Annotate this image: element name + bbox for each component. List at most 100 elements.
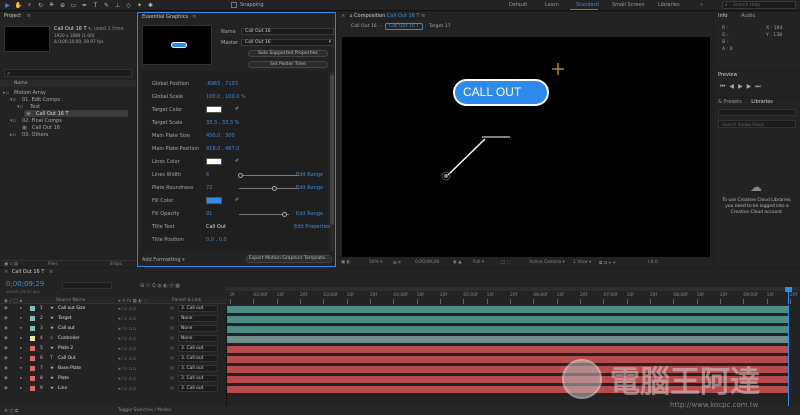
tree-item[interactable]: ▸▫ Motion Array <box>0 89 136 96</box>
zoom-tool-icon[interactable]: ⌕ <box>25 1 34 10</box>
layer-duration-bar[interactable] <box>226 316 788 323</box>
viewer-icons[interactable]: ▣ ◐ <box>341 260 350 265</box>
layer-switch-icons[interactable]: ⚹ ⁄ ▫ ▫ ▫ <box>118 326 136 332</box>
expand-arrow-icon[interactable]: ▸ <box>20 346 22 351</box>
flow-item[interactable]: Call Out 16 <box>351 24 377 29</box>
exposure-value[interactable]: +0.0 <box>647 260 658 265</box>
parent-dropdown[interactable]: 3. Call out <box>178 385 218 392</box>
parent-pick-whip-icon[interactable]: ◎ <box>170 326 174 331</box>
visibility-icon[interactable]: ◉ <box>4 336 8 341</box>
set-poster-time-button[interactable]: Set Poster Time <box>248 61 328 68</box>
prop-title-position-value[interactable]: 0.0 , 0.0 <box>206 237 227 243</box>
layer-switch-icons[interactable]: ⚹ ⁄ ▫ ▫ ▫ <box>118 336 136 342</box>
edit-range-link[interactable]: Edit Range <box>296 185 323 191</box>
prop-fill-opacity-value[interactable]: 91 <box>206 211 212 217</box>
grid-icon[interactable]: ⊞ ⌗ <box>393 260 401 266</box>
visibility-icon[interactable]: ◉ <box>4 366 8 371</box>
parent-pick-whip-icon[interactable]: ◎ <box>170 316 174 321</box>
prop-main-plate-position-value[interactable]: 918.0 , 467.0 <box>206 146 239 152</box>
expand-arrow-icon[interactable]: ▸ <box>20 376 22 381</box>
snapshot-icon[interactable]: ◉ ▲ <box>453 260 462 265</box>
expand-arrow-icon[interactable]: ▸ <box>20 306 22 311</box>
search-help-input[interactable]: ⌕ Search Help <box>722 1 796 9</box>
type-tool-icon[interactable]: T <box>91 1 100 10</box>
label-color-swatch[interactable] <box>30 366 35 371</box>
stock-search-input[interactable]: Search Adobe Stock <box>718 120 796 128</box>
timecode-display[interactable]: 0;00;09;29 <box>415 260 439 265</box>
puppet-tool-icon[interactable]: ✱ <box>146 1 155 10</box>
panel-menu-icon[interactable]: ≡ <box>421 13 425 19</box>
layer-row[interactable]: ◉ ▸ 7 ★ Base Plate ⚹ ⁄ ▫ ▫ ▫ ◎ 3. Call out <box>0 365 226 372</box>
project-tab[interactable]: Project ≡ <box>0 12 136 21</box>
libraries-tab[interactable]: Libraries <box>751 99 773 105</box>
tree-item[interactable]: ▣ Call Out 16 <box>0 124 136 131</box>
layer-switch-icons[interactable]: ⚹ ⁄ ▫ ▫ ▫ <box>118 376 136 382</box>
eyedropper-icon[interactable]: ✐ <box>235 197 239 203</box>
source-name-header[interactable]: Source Name <box>56 298 85 303</box>
visibility-icon[interactable]: ◉ <box>4 316 8 321</box>
selection-tool-icon[interactable]: ▶ <box>3 1 12 10</box>
label-color-swatch[interactable] <box>30 346 35 351</box>
prop-lines-width-value[interactable]: 6 <box>206 172 209 178</box>
files-label[interactable]: Files <box>48 262 58 267</box>
playhead-handle[interactable] <box>785 287 792 292</box>
prop-title-text-value[interactable]: Call Out <box>206 224 226 230</box>
visibility-icon[interactable]: ◉ <box>4 326 8 331</box>
layer-name[interactable]: Target <box>58 316 72 321</box>
workspace-learn[interactable]: Learn <box>545 2 559 8</box>
clone-tool-icon[interactable]: ⊥ <box>113 1 122 10</box>
visibility-icon[interactable]: ◉ <box>4 356 8 361</box>
project-search-input[interactable]: ⌕ <box>4 69 132 77</box>
timeline-search-input[interactable] <box>62 282 112 289</box>
workspace-standard[interactable]: Standard <box>576 2 599 8</box>
prop-main-plate-size-value[interactable]: 450.0 , 300 <box>206 133 235 139</box>
label-color-swatch[interactable] <box>30 316 35 321</box>
label-color-swatch[interactable] <box>30 376 35 381</box>
layer-row[interactable]: ◉ ▸ 3 ★ Call out ⚹ ⁄ ▫ ▫ ▫ ◎ None <box>0 325 226 332</box>
layer-switch-icons[interactable]: ⚹ ⁄ ▫ ▫ ▫ <box>118 346 136 352</box>
roto-tool-icon[interactable]: ✦ <box>135 1 144 10</box>
solo-supported-properties-button[interactable]: Solo Supported Properties <box>248 50 328 57</box>
resolution-dropdown[interactable]: Full ▾ <box>473 260 484 265</box>
edit-range-link[interactable]: Edit Range <box>296 211 323 217</box>
layer-switch-icons[interactable]: ⚹ ⁄ ▫ ▫ ▫ <box>118 366 136 372</box>
layer-duration-bar[interactable] <box>226 336 788 343</box>
close-icon[interactable]: × <box>341 13 345 19</box>
parent-dropdown[interactable]: None <box>178 335 218 342</box>
label-color-swatch[interactable] <box>30 336 35 341</box>
expand-arrow-icon[interactable]: ▸ <box>20 356 22 361</box>
add-formatting-dropdown[interactable]: Add Formatting ▾ <box>142 257 185 263</box>
scrollbar-thumb[interactable] <box>330 75 334 225</box>
label-color-swatch[interactable] <box>30 356 35 361</box>
lines-width-slider-knob[interactable] <box>238 173 243 178</box>
parent-dropdown[interactable]: None <box>178 315 218 322</box>
layer-duration-bar[interactable] <box>226 306 788 313</box>
time-ruler[interactable]: 0f 02:00f 10f 20f 03:00f 10f 20f 04:00f 10f 20f 05… <box>226 287 800 304</box>
name-field[interactable]: Call Out 16 <box>241 28 334 35</box>
tree-item[interactable]: ▾▫ Text <box>0 103 136 110</box>
parent-pick-whip-icon[interactable]: ◎ <box>170 386 174 391</box>
layer-row[interactable]: ◉ ▸ 1 ★ Call out Size ⚹ ⁄ ▫ ▫ ▫ ◎ 3. Call out <box>0 305 226 312</box>
library-select[interactable] <box>718 109 796 116</box>
label-color-swatch[interactable] <box>30 326 35 331</box>
close-icon[interactable]: × <box>4 269 8 275</box>
layer-name[interactable]: Base Plate <box>58 366 81 371</box>
layer-name[interactable]: Plate <box>58 376 69 381</box>
edit-properties-link[interactable]: Edit Properties <box>294 224 331 230</box>
name-column-header[interactable]: Name <box>14 81 28 86</box>
composition-tab[interactable]: × 🔒︎ Composition Call Out 16 T ≡ <box>337 12 713 21</box>
expand-arrow-icon[interactable]: ▸ <box>20 386 22 391</box>
hand-tool-icon[interactable]: ✋ <box>14 1 23 10</box>
brush-tool-icon[interactable]: ✎ <box>102 1 111 10</box>
prop-global-position-value[interactable]: -6965 , 7193 <box>206 81 238 87</box>
label-color-swatch[interactable] <box>30 386 35 391</box>
preview-tab[interactable]: Preview <box>714 71 800 80</box>
layer-name[interactable]: Controller <box>58 336 80 341</box>
timeline-timecode[interactable]: 0;00;09;29 <box>6 280 44 288</box>
tree-item-selected[interactable]: ▣ Call Out 16 T <box>24 110 128 117</box>
layer-switch-icons[interactable]: ⚹ ⁄ ▫ ▫ ▫ <box>118 386 136 392</box>
eyedropper-icon[interactable]: ✐ <box>235 106 239 112</box>
pan-behind-tool-icon[interactable]: ⊕ <box>58 1 67 10</box>
edit-range-link[interactable]: Edit Range <box>296 172 323 178</box>
expand-arrow-icon[interactable]: ▸ <box>20 336 22 341</box>
